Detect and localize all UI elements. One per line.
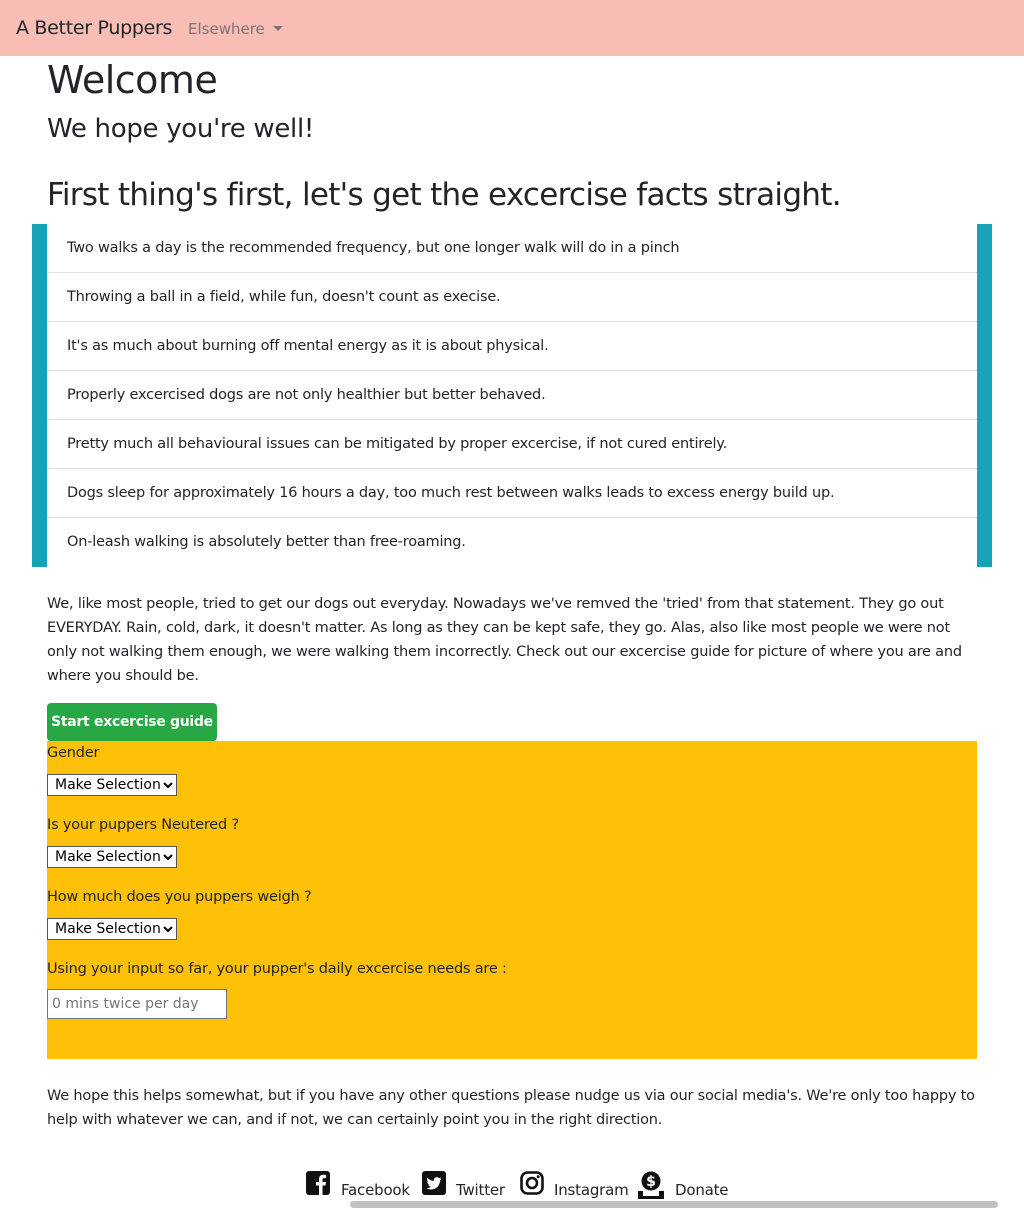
elsewhere-dropdown[interactable]: Elsewhere bbox=[188, 20, 283, 38]
fact-item: On-leash walking is absolutely better th… bbox=[67, 534, 466, 550]
facts-heading: First thing's first, let's get the excer… bbox=[47, 177, 842, 213]
fact-item: Pretty much all behavioural issues can b… bbox=[47, 420, 977, 469]
twitter-icon bbox=[422, 1171, 446, 1195]
donate-icon: $ bbox=[638, 1171, 664, 1199]
facebook-label: Facebook bbox=[341, 1181, 410, 1199]
navbar: A Better Puppers Elsewhere bbox=[0, 0, 1024, 56]
svg-text:$: $ bbox=[646, 1174, 656, 1190]
caret-down-icon bbox=[272, 26, 283, 31]
donate-label: Donate bbox=[675, 1181, 729, 1199]
result-label: Using your input so far, your pupper's d… bbox=[47, 961, 507, 977]
exercise-guide-panel: Gender Make Selection Is your puppers Ne… bbox=[47, 741, 977, 1059]
fact-item: Two walks a day is the recommended frequ… bbox=[47, 224, 977, 273]
welcome-subtitle: We hope you're well! bbox=[47, 114, 315, 144]
brand-link[interactable]: A Better Puppers bbox=[16, 17, 172, 39]
instagram-icon bbox=[520, 1171, 544, 1195]
welcome-title: Welcome bbox=[47, 58, 218, 102]
instagram-label: Instagram bbox=[554, 1181, 629, 1199]
gender-select[interactable]: Make Selection bbox=[47, 774, 177, 796]
gender-label: Gender bbox=[47, 745, 100, 761]
fact-item: Throwing a ball in a field, while fun, d… bbox=[47, 273, 977, 322]
exercise-result-field[interactable] bbox=[47, 989, 227, 1019]
facts-panel: Two walks a day is the recommended frequ… bbox=[32, 224, 992, 567]
neutered-label: Is your puppers Neutered ? bbox=[47, 817, 239, 833]
weight-select[interactable]: Make Selection bbox=[47, 918, 177, 940]
twitter-label: Twitter bbox=[456, 1181, 505, 1199]
fact-item: It's as much about burning off mental en… bbox=[47, 322, 977, 371]
elsewhere-dropdown-label: Elsewhere bbox=[188, 20, 265, 38]
fact-item: Dogs sleep for approximately 16 hours a … bbox=[47, 469, 977, 518]
facts-list: Two walks a day is the recommended frequ… bbox=[47, 224, 977, 567]
weight-label: How much does you puppers weigh ? bbox=[47, 889, 312, 905]
facebook-icon bbox=[306, 1171, 330, 1195]
closing-paragraph: We hope this helps somewhat, but if you … bbox=[47, 1088, 975, 1128]
fact-item: Properly excercised dogs are not only he… bbox=[47, 371, 977, 420]
intro-paragraph: We, like most people, tried to get our d… bbox=[47, 596, 962, 684]
start-guide-button[interactable]: Start excercise guide bbox=[47, 703, 217, 741]
horizontal-scrollbar[interactable] bbox=[350, 1201, 998, 1208]
neutered-select[interactable]: Make Selection bbox=[47, 846, 177, 868]
